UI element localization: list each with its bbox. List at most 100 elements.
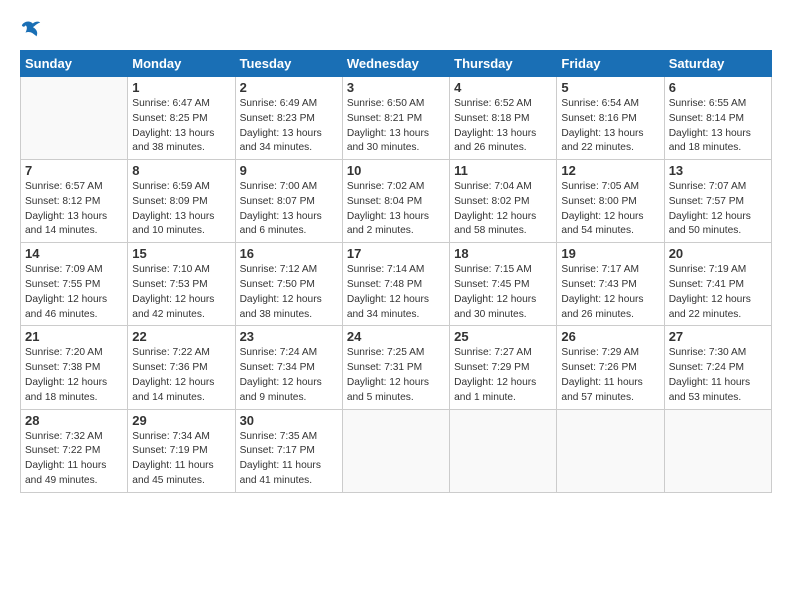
day-number: 7 [25,163,123,178]
calendar-cell [450,409,557,492]
day-number: 29 [132,413,230,428]
day-number: 2 [240,80,338,95]
calendar-cell: 16 Sunrise: 7:12 AMSunset: 7:50 PMDayligh… [235,243,342,326]
day-info: Sunrise: 7:22 AMSunset: 7:36 PMDaylight:… [132,346,230,405]
calendar-cell: 18 Sunrise: 7:15 AMSunset: 7:45 PMDayligh… [450,243,557,326]
day-info: Sunrise: 6:57 AMSunset: 8:12 PMDaylight:… [25,180,123,239]
day-info: Sunrise: 7:00 AMSunset: 8:07 PMDaylight:… [240,180,338,239]
weekday-row: SundayMondayTuesdayWednesdayThursdayFrid… [21,51,772,77]
calendar-cell: 26 Sunrise: 7:29 AMSunset: 7:26 PMDayligh… [557,326,664,409]
calendar-cell: 13 Sunrise: 7:07 AMSunset: 7:57 PMDayligh… [664,160,771,243]
day-number: 8 [132,163,230,178]
day-info: Sunrise: 7:17 AMSunset: 7:43 PMDaylight:… [561,263,659,322]
calendar-cell: 20Sunrise: 7:19 AMSunset: 7:41 PMDayligh… [664,243,771,326]
calendar-cell [21,77,128,160]
day-info: Sunrise: 7:15 AMSunset: 7:45 PMDaylight:… [454,263,552,322]
calendar-cell: 10 Sunrise: 7:02 AMSunset: 8:04 PMDayligh… [342,160,449,243]
calendar-cell: 4 Sunrise: 6:52 AMSunset: 8:18 PMDaylight… [450,77,557,160]
day-info: Sunrise: 6:52 AMSunset: 8:18 PMDaylight:… [454,97,552,156]
calendar-week-1: 1Sunrise: 6:47 AMSunset: 8:25 PMDaylight… [21,77,772,160]
day-number: 26 [561,329,659,344]
day-number: 24 [347,329,445,344]
calendar-week-5: 28 Sunrise: 7:32 AMSunset: 7:22 PMDayligh… [21,409,772,492]
day-number: 18 [454,246,552,261]
day-number: 5 [561,80,659,95]
day-info: Sunrise: 7:20 AMSunset: 7:38 PMDaylight:… [25,346,123,405]
calendar-week-3: 14 Sunrise: 7:09 AMSunset: 7:55 PMDayligh… [21,243,772,326]
day-number: 4 [454,80,552,95]
day-number: 23 [240,329,338,344]
day-number: 12 [561,163,659,178]
day-number: 21 [25,329,123,344]
weekday-header-monday: Monday [128,51,235,77]
day-info: Sunrise: 6:59 AMSunset: 8:09 PMDaylight:… [132,180,230,239]
weekday-header-sunday: Sunday [21,51,128,77]
calendar-table: SundayMondayTuesdayWednesdayThursdayFrid… [20,50,772,493]
calendar-cell: 21 Sunrise: 7:20 AMSunset: 7:38 PMDayligh… [21,326,128,409]
day-number: 14 [25,246,123,261]
day-info: Sunrise: 7:32 AMSunset: 7:22 PMDaylight:… [25,430,123,489]
calendar-cell: 3 Sunrise: 6:50 AMSunset: 8:21 PMDaylight… [342,77,449,160]
calendar-cell: 14 Sunrise: 7:09 AMSunset: 7:55 PMDayligh… [21,243,128,326]
calendar-cell: 29Sunrise: 7:34 AMSunset: 7:19 PMDayligh… [128,409,235,492]
calendar-cell: 27Sunrise: 7:30 AMSunset: 7:24 PMDayligh… [664,326,771,409]
calendar-cell: 7 Sunrise: 6:57 AMSunset: 8:12 PMDaylight… [21,160,128,243]
day-info: Sunrise: 7:19 AMSunset: 7:41 PMDaylight:… [669,263,767,322]
day-info: Sunrise: 7:35 AMSunset: 7:17 PMDaylight:… [240,430,338,489]
day-number: 17 [347,246,445,261]
day-number: 11 [454,163,552,178]
day-number: 22 [132,329,230,344]
calendar-cell: 2Sunrise: 6:49 AMSunset: 8:23 PMDaylight… [235,77,342,160]
calendar-cell [664,409,771,492]
calendar-cell: 9 Sunrise: 7:00 AMSunset: 8:07 PMDaylight… [235,160,342,243]
day-number: 25 [454,329,552,344]
calendar-cell: 11Sunrise: 7:04 AMSunset: 8:02 PMDayligh… [450,160,557,243]
calendar-week-2: 7 Sunrise: 6:57 AMSunset: 8:12 PMDaylight… [21,160,772,243]
day-info: Sunrise: 7:12 AMSunset: 7:50 PMDaylight:… [240,263,338,322]
calendar-body: 1Sunrise: 6:47 AMSunset: 8:25 PMDaylight… [21,77,772,493]
logo [20,18,46,40]
day-info: Sunrise: 6:55 AMSunset: 8:14 PMDaylight:… [669,97,767,156]
calendar-cell: 15 Sunrise: 7:10 AMSunset: 7:53 PMDayligh… [128,243,235,326]
weekday-header-wednesday: Wednesday [342,51,449,77]
day-number: 28 [25,413,123,428]
day-info: Sunrise: 7:25 AMSunset: 7:31 PMDaylight:… [347,346,445,405]
calendar-cell: 23Sunrise: 7:24 AMSunset: 7:34 PMDayligh… [235,326,342,409]
calendar-header: SundayMondayTuesdayWednesdayThursdayFrid… [21,51,772,77]
day-info: Sunrise: 6:50 AMSunset: 8:21 PMDaylight:… [347,97,445,156]
weekday-header-thursday: Thursday [450,51,557,77]
day-info: Sunrise: 6:54 AMSunset: 8:16 PMDaylight:… [561,97,659,156]
day-number: 15 [132,246,230,261]
calendar-cell: 5 Sunrise: 6:54 AMSunset: 8:16 PMDaylight… [557,77,664,160]
day-info: Sunrise: 7:27 AMSunset: 7:29 PMDaylight:… [454,346,552,405]
calendar-cell: 17Sunrise: 7:14 AMSunset: 7:48 PMDayligh… [342,243,449,326]
calendar-cell: 30 Sunrise: 7:35 AMSunset: 7:17 PMDayligh… [235,409,342,492]
weekday-header-saturday: Saturday [664,51,771,77]
calendar-cell [342,409,449,492]
day-number: 10 [347,163,445,178]
day-number: 9 [240,163,338,178]
weekday-header-tuesday: Tuesday [235,51,342,77]
calendar-cell [557,409,664,492]
day-info: Sunrise: 7:10 AMSunset: 7:53 PMDaylight:… [132,263,230,322]
day-number: 19 [561,246,659,261]
day-number: 16 [240,246,338,261]
weekday-header-friday: Friday [557,51,664,77]
day-info: Sunrise: 7:02 AMSunset: 8:04 PMDaylight:… [347,180,445,239]
day-info: Sunrise: 7:29 AMSunset: 7:26 PMDaylight:… [561,346,659,405]
day-number: 13 [669,163,767,178]
day-info: Sunrise: 7:30 AMSunset: 7:24 PMDaylight:… [669,346,767,405]
calendar-cell: 1Sunrise: 6:47 AMSunset: 8:25 PMDaylight… [128,77,235,160]
page: SundayMondayTuesdayWednesdayThursdayFrid… [0,0,792,503]
day-number: 3 [347,80,445,95]
calendar-cell: 6Sunrise: 6:55 AMSunset: 8:14 PMDaylight… [664,77,771,160]
day-info: Sunrise: 7:09 AMSunset: 7:55 PMDaylight:… [25,263,123,322]
day-info: Sunrise: 7:07 AMSunset: 7:57 PMDaylight:… [669,180,767,239]
calendar-week-4: 21 Sunrise: 7:20 AMSunset: 7:38 PMDayligh… [21,326,772,409]
header [20,18,772,40]
day-number: 30 [240,413,338,428]
calendar-cell: 25 Sunrise: 7:27 AMSunset: 7:29 PMDayligh… [450,326,557,409]
calendar-cell: 28 Sunrise: 7:32 AMSunset: 7:22 PMDayligh… [21,409,128,492]
logo-bird-icon [20,18,42,40]
day-info: Sunrise: 7:05 AMSunset: 8:00 PMDaylight:… [561,180,659,239]
